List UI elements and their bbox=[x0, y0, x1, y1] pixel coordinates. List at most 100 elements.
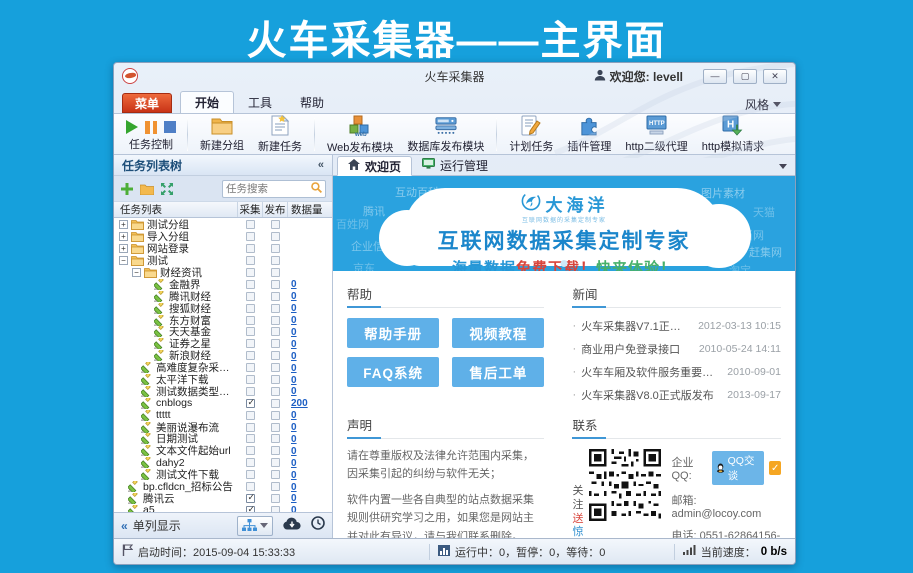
help-button[interactable]: FAQ系统 bbox=[347, 357, 439, 387]
style-dropdown[interactable]: 风格 bbox=[745, 96, 787, 113]
tree-view-mode-button[interactable] bbox=[237, 516, 273, 536]
collect-checkbox[interactable] bbox=[246, 411, 255, 420]
news-item-text[interactable]: 火车采集器V8.0正式版发布 bbox=[581, 387, 719, 403]
single-column-toggle[interactable]: « 单列显示 bbox=[121, 517, 181, 534]
tree-item-label[interactable]: a5 bbox=[143, 504, 238, 513]
collect-checkbox[interactable] bbox=[246, 304, 255, 313]
publish-checkbox[interactable] bbox=[271, 434, 280, 443]
publish-checkbox[interactable] bbox=[271, 304, 280, 313]
data-count-link[interactable]: 0 bbox=[291, 327, 297, 338]
ribbon-button-http-request[interactable]: Hhttp模拟请求 bbox=[695, 116, 771, 153]
collect-checkbox[interactable] bbox=[246, 351, 255, 360]
menu-button[interactable]: 菜单 bbox=[122, 93, 172, 113]
data-count-link[interactable]: 0 bbox=[291, 434, 297, 445]
collect-checkbox[interactable] bbox=[246, 482, 255, 491]
publish-checkbox[interactable] bbox=[271, 399, 280, 408]
collect-checkbox[interactable] bbox=[246, 434, 255, 443]
publish-checkbox[interactable] bbox=[271, 482, 280, 491]
collect-checkbox[interactable] bbox=[246, 387, 255, 396]
qq-chat-button[interactable]: QQ交谈 bbox=[712, 451, 765, 485]
data-count-link[interactable]: 0 bbox=[291, 315, 297, 326]
collect-checkbox[interactable] bbox=[246, 399, 255, 408]
column-publish[interactable]: 发布 bbox=[263, 202, 288, 217]
cloud-download-icon[interactable] bbox=[283, 517, 301, 535]
promo-banner[interactable]: 互动百科腾讯百姓网企业信息京东图片素材微信天猫当当网赶集网淘宝 大海洋 互联网数… bbox=[333, 176, 795, 271]
collect-checkbox[interactable] bbox=[246, 494, 255, 503]
data-count-link[interactable]: 0 bbox=[291, 458, 297, 469]
tree-row[interactable]: a5 0 bbox=[114, 504, 332, 513]
carousel-dot[interactable] bbox=[561, 260, 568, 267]
tree-item-label[interactable]: cnblogs bbox=[156, 397, 238, 409]
collect-checkbox[interactable] bbox=[246, 470, 255, 479]
collect-checkbox[interactable] bbox=[246, 375, 255, 384]
tab-run-manage[interactable]: 运行管理 bbox=[412, 155, 498, 175]
news-item[interactable]: ·商业用户免登录接口2010-05-24 14:11 bbox=[572, 337, 781, 360]
tab-welcome[interactable]: 欢迎页 bbox=[337, 156, 412, 176]
publish-checkbox[interactable] bbox=[271, 506, 280, 513]
data-count-link[interactable]: 0 bbox=[291, 339, 297, 350]
publish-checkbox[interactable] bbox=[271, 423, 280, 432]
news-item[interactable]: ·火车采集器V7.1正式版发布2012-03-13 10:15 bbox=[572, 314, 781, 337]
publish-checkbox[interactable] bbox=[271, 220, 280, 229]
publish-checkbox[interactable] bbox=[271, 494, 280, 503]
publish-checkbox[interactable] bbox=[271, 327, 280, 336]
help-button[interactable]: 帮助手册 bbox=[347, 318, 439, 348]
tree-expander-icon[interactable]: + bbox=[119, 244, 128, 253]
publish-checkbox[interactable] bbox=[271, 387, 280, 396]
task-search-input[interactable] bbox=[226, 183, 311, 195]
publish-checkbox[interactable] bbox=[271, 470, 280, 479]
collect-checkbox[interactable] bbox=[246, 506, 255, 513]
ribbon-button-plugin-manage[interactable]: 插件管理 bbox=[560, 116, 618, 153]
play-icon[interactable] bbox=[126, 120, 138, 134]
minimize-button[interactable]: — bbox=[703, 69, 727, 84]
history-clock-icon[interactable] bbox=[311, 516, 325, 535]
ribbon-button-web-publish[interactable]: webWeb发布模块 bbox=[320, 116, 400, 153]
ribbon-button-new-task-doc[interactable]: 新建任务 bbox=[251, 116, 309, 153]
collect-checkbox[interactable] bbox=[246, 316, 255, 325]
collect-checkbox[interactable] bbox=[246, 280, 255, 289]
publish-checkbox[interactable] bbox=[271, 232, 280, 241]
publish-checkbox[interactable] bbox=[271, 316, 280, 325]
news-item-text[interactable]: 商业用户免登录接口 bbox=[581, 341, 691, 357]
ribbon-button-http-proxy[interactable]: HTTPhttp二级代理 bbox=[618, 116, 694, 153]
collect-checkbox[interactable] bbox=[246, 339, 255, 348]
data-count-link[interactable]: 0 bbox=[291, 375, 297, 386]
help-button[interactable]: 视频教程 bbox=[452, 318, 544, 348]
data-count-link[interactable]: 200 bbox=[291, 398, 308, 409]
ribbon-button-db-publish[interactable]: 数据库发布模块 bbox=[400, 116, 491, 153]
publish-checkbox[interactable] bbox=[271, 458, 280, 467]
news-item-text[interactable]: 火车采集器V7.1正式版发布 bbox=[581, 318, 690, 334]
collect-checkbox[interactable] bbox=[246, 363, 255, 372]
chevron-down-icon[interactable] bbox=[779, 164, 787, 169]
collect-checkbox[interactable] bbox=[246, 220, 255, 229]
publish-checkbox[interactable] bbox=[271, 268, 280, 277]
panel-collapse-icon[interactable]: « bbox=[318, 159, 324, 171]
collect-checkbox[interactable] bbox=[246, 292, 255, 301]
ribbon-button-new-group-folder[interactable]: 新建分组 bbox=[193, 116, 251, 153]
data-count-link[interactable]: 0 bbox=[291, 363, 297, 374]
maximize-button[interactable]: ▢ bbox=[733, 69, 757, 84]
data-count-link[interactable]: 0 bbox=[291, 482, 297, 493]
collect-checkbox[interactable] bbox=[246, 423, 255, 432]
collect-checkbox[interactable] bbox=[246, 244, 255, 253]
column-collect[interactable]: 采集 bbox=[238, 202, 263, 217]
news-item-text[interactable]: 火车车厢及软件服务重要奖励公告 bbox=[581, 364, 719, 380]
publish-checkbox[interactable] bbox=[271, 244, 280, 253]
group-folder-icon[interactable] bbox=[140, 182, 154, 196]
news-item[interactable]: ·火车车厢及软件服务重要奖励公告2010-09-01 bbox=[572, 360, 781, 383]
data-count-link[interactable]: 0 bbox=[291, 493, 297, 504]
collect-checkbox[interactable] bbox=[246, 327, 255, 336]
column-count[interactable]: 数据量 bbox=[288, 202, 332, 217]
pause-icon[interactable] bbox=[145, 121, 157, 134]
collect-checkbox[interactable] bbox=[246, 232, 255, 241]
help-button[interactable]: 售后工单 bbox=[452, 357, 544, 387]
data-count-link[interactable]: 0 bbox=[291, 351, 297, 362]
data-count-link[interactable]: 0 bbox=[291, 505, 297, 513]
data-count-link[interactable]: 0 bbox=[291, 410, 297, 421]
publish-checkbox[interactable] bbox=[271, 411, 280, 420]
tree-expander-icon[interactable]: − bbox=[119, 256, 128, 265]
publish-checkbox[interactable] bbox=[271, 292, 280, 301]
data-count-link[interactable]: 0 bbox=[291, 470, 297, 481]
tab-start[interactable]: 开始 bbox=[180, 91, 234, 113]
column-task-list[interactable]: 任务列表 bbox=[114, 202, 238, 217]
